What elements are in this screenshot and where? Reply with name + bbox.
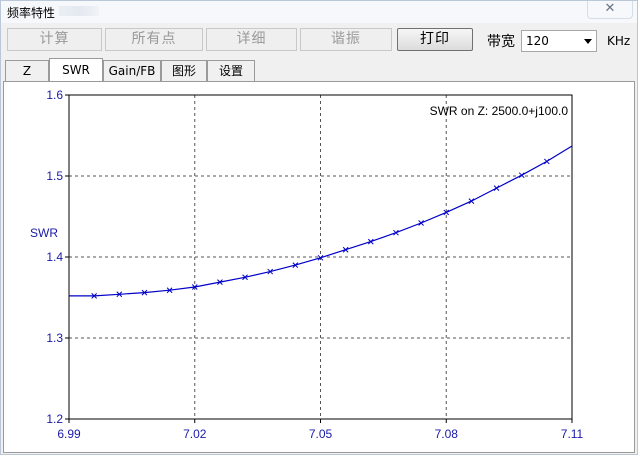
bandwidth-select[interactable]: 120 bbox=[521, 30, 597, 52]
tab-z[interactable]: Z bbox=[5, 60, 49, 81]
x-tick-label: 7.02 bbox=[183, 427, 207, 441]
tab-gain-fb[interactable]: Gain/FB bbox=[103, 60, 161, 81]
bandwidth-label: 带宽 bbox=[487, 34, 515, 50]
x-tick-label: 7.05 bbox=[309, 427, 333, 441]
chart-title: SWR on Z: 2500.0+j100.0 bbox=[430, 104, 569, 118]
x-tick-label: 6.99 bbox=[57, 427, 81, 441]
bandwidth-unit: KHz bbox=[607, 34, 631, 48]
x-tick-label: 7.11 bbox=[561, 427, 584, 441]
title-bar: 频率特性 ✕ bbox=[1, 1, 637, 23]
tab-graph[interactable]: 图形 bbox=[161, 60, 207, 81]
title-blur-area bbox=[59, 6, 99, 16]
y-tick-label: 1.6 bbox=[46, 88, 63, 102]
y-tick-label: 1.5 bbox=[46, 169, 63, 183]
bandwidth-value: 120 bbox=[526, 34, 549, 48]
y-tick-label: 1.3 bbox=[46, 331, 63, 345]
y-axis-label: SWR bbox=[30, 226, 58, 240]
all-points-button[interactable]: 所有点 bbox=[105, 28, 203, 51]
data-point-marker bbox=[543, 158, 550, 165]
calculate-button[interactable]: 计算 bbox=[7, 28, 102, 51]
tab-swr[interactable]: SWR bbox=[49, 58, 103, 82]
data-point-marker bbox=[518, 172, 525, 179]
data-point-marker bbox=[418, 220, 424, 226]
y-tick-label: 1.2 bbox=[46, 412, 63, 426]
print-button[interactable]: 打印 bbox=[397, 28, 473, 51]
x-tick-label: 7.08 bbox=[435, 427, 459, 441]
chevron-down-icon[interactable] bbox=[584, 39, 592, 44]
y-tick-label: 1.4 bbox=[46, 250, 63, 264]
window-title: 频率特性 bbox=[7, 6, 56, 20]
close-icon: ✕ bbox=[604, 1, 616, 16]
swr-chart-panel: 6.99 7.02 7.05 7.08 7.11 1.2 1.3 1.4 1.5 1.6 SWR SW… bbox=[3, 81, 635, 453]
resonance-button[interactable]: 谐振 bbox=[300, 28, 392, 51]
data-point-marker bbox=[493, 185, 500, 192]
frequency-characteristics-window: 频率特性 ✕ 计算 所有点 详细 谐振 打印 带宽 120 KHz Z SWR … bbox=[0, 0, 638, 455]
close-button[interactable]: ✕ bbox=[587, 1, 633, 19]
details-button[interactable]: 详细 bbox=[206, 28, 297, 51]
data-point-marker bbox=[468, 198, 475, 204]
swr-chart: 6.99 7.02 7.05 7.08 7.11 1.2 1.3 1.4 1.5 1.6 SWR SW… bbox=[30, 88, 584, 441]
tab-settings[interactable]: 设置 bbox=[207, 60, 255, 81]
